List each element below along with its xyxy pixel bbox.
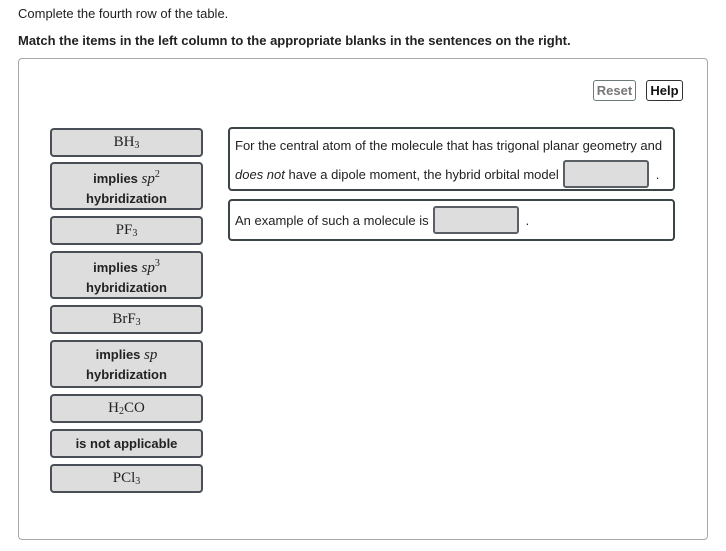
tile-label-line2: hybridization — [86, 190, 167, 206]
instruction-text: Complete the fourth row of the table. — [18, 6, 229, 21]
tile-label-line2: hybridization — [86, 366, 167, 382]
blank-example-molecule[interactable] — [432, 206, 519, 234]
sentence-2-line: An example of such a molecule is . — [235, 206, 529, 234]
help-button[interactable]: Help — [646, 80, 683, 101]
tile-pf3[interactable]: PF3 — [50, 216, 203, 245]
tile-label-line2: hybridization — [86, 279, 167, 295]
tile-label: implies sp2 — [93, 168, 160, 187]
sentence-box-2: An example of such a molecule is . — [228, 199, 675, 241]
tile-implies-sp3[interactable]: implies sp3 hybridization — [50, 251, 203, 299]
tile-not-applicable[interactable]: is not applicable — [50, 429, 203, 458]
instruction-heading: Match the items in the left column to th… — [18, 33, 571, 48]
reset-button[interactable]: Reset — [593, 80, 636, 101]
tile-bh3[interactable]: BH3 — [50, 128, 203, 157]
tile-label: implies sp3 — [93, 257, 160, 276]
tile-pcl3[interactable]: PCl3 — [50, 464, 203, 493]
blank-hybridization[interactable] — [562, 160, 649, 188]
tile-label: PF3 — [115, 222, 138, 239]
tile-label: BrF3 — [112, 311, 141, 328]
tile-label: PCl3 — [112, 470, 141, 487]
tile-implies-sp2[interactable]: implies sp2 hybridization — [50, 162, 203, 210]
tile-label: is not applicable — [75, 436, 178, 451]
sentence-text: have a dipole moment, the hybrid orbital… — [284, 166, 559, 182]
tile-label: BH3 — [113, 134, 140, 151]
sentence-1-line-1: For the central atom of the molecule tha… — [235, 138, 663, 153]
sentence-period: . — [655, 166, 660, 182]
tile-implies-sp[interactable]: implies sp hybridization — [50, 340, 203, 388]
tile-label: H2CO — [108, 400, 145, 417]
sentence-period: . — [525, 212, 530, 228]
sentence-box-1: For the central atom of the molecule tha… — [228, 127, 675, 191]
tile-brf3[interactable]: BrF3 — [50, 305, 203, 334]
sentence-text: An example of such a molecule is — [235, 212, 429, 228]
sentence-1-line-2: does not have a dipole moment, the hybri… — [235, 160, 659, 188]
tile-label: implies sp — [95, 346, 158, 363]
tile-h2co[interactable]: H2CO — [50, 394, 203, 423]
sentence-emphasis: does not — [235, 166, 285, 182]
